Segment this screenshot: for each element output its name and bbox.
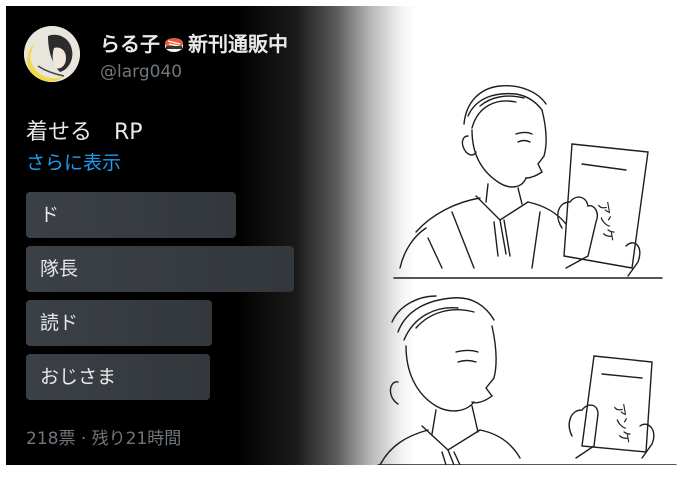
badge-text: 新刊通販中 <box>188 32 288 56</box>
poll-option-label: ド <box>40 204 60 226</box>
poll-option-label: 読ド <box>40 312 79 334</box>
poll-meta: 218票 · 残り21時間 <box>26 429 182 449</box>
poll-option[interactable]: ド <box>26 192 236 238</box>
poll-option[interactable]: おじさま <box>26 354 210 400</box>
sushi-icon <box>163 33 185 53</box>
sticker-1: アンケ <box>594 200 617 244</box>
sketch-illustration[interactable]: アンケ アンケ <box>376 6 686 465</box>
display-name[interactable]: らる子 <box>100 28 160 57</box>
poll-option[interactable]: 読ド <box>26 300 212 346</box>
avatar-illustration <box>24 26 80 82</box>
poll-option-label: 隊長 <box>40 258 79 280</box>
poll-option[interactable]: 隊長 <box>26 246 294 292</box>
show-more-link[interactable]: さらに表示 <box>26 148 121 175</box>
sticker-2: アンケ <box>610 402 633 446</box>
poll-option-label: おじさま <box>40 366 117 388</box>
tweet-text: 着せる RP <box>26 120 143 145</box>
tweet-card: らる子 新刊通販中 @larg040 着せる RP さらに表示 ド 隊長 読ド … <box>6 6 686 465</box>
avatar[interactable] <box>24 26 80 82</box>
poll: ド 隊長 読ド おじさま <box>26 192 294 408</box>
user-handle[interactable]: @larg040 <box>100 62 182 82</box>
